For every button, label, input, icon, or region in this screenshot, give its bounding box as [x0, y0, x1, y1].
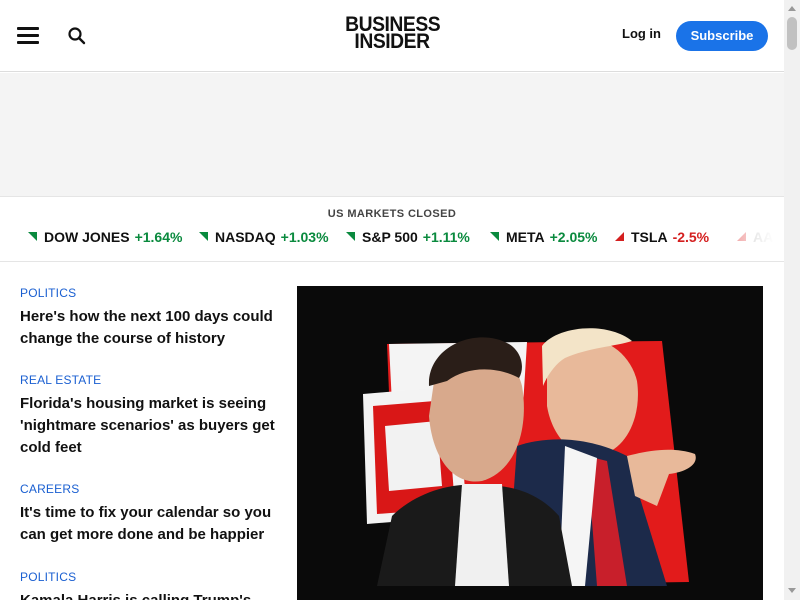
page-scrollbar[interactable] [784, 0, 800, 600]
story-item[interactable]: POLITICS Here's how the next 100 days co… [20, 286, 275, 350]
ad-placeholder [0, 73, 784, 197]
story-headline[interactable]: Here's how the next 100 days could chang… [20, 306, 275, 350]
ticker-name: TSLA [631, 229, 668, 245]
arrow-up-icon [490, 231, 499, 241]
ticker-change: -2.5% [672, 229, 710, 245]
story-headline[interactable]: It's time to fix your calendar so you ca… [20, 502, 275, 546]
story-headline[interactable]: Florida's housing market is seeing 'nigh… [20, 393, 275, 459]
ticker-fade [735, 227, 784, 249]
hamburger-menu-icon[interactable] [17, 26, 39, 44]
arrow-down-icon [615, 231, 624, 241]
story-category[interactable]: CAREERS [20, 482, 275, 496]
story-headline[interactable]: Kamala Harris is calling Trump's [20, 590, 275, 600]
ticker-change: +1.03% [280, 229, 329, 245]
search-icon[interactable] [67, 26, 87, 46]
ticker-change: +1.11% [422, 229, 470, 245]
story-category[interactable]: POLITICS [20, 286, 275, 300]
ticker-tsla[interactable]: TSLA -2.5% [615, 229, 709, 247]
ticker-sp500[interactable]: S&P 500 +1.11% [346, 229, 470, 247]
arrow-up-icon [346, 231, 355, 241]
scroll-up-arrow-icon[interactable] [788, 6, 796, 11]
scroll-down-arrow-icon[interactable] [788, 588, 796, 593]
ticker-name: META [506, 229, 545, 245]
ticker-dow-jones[interactable]: DOW JONES +1.64% [28, 229, 182, 247]
markets-status: US MARKETS CLOSED [327, 208, 457, 220]
ticker-change: +2.05% [549, 229, 598, 245]
subscribe-button[interactable]: Subscribe [676, 21, 768, 51]
ticker-name: NASDAQ [215, 229, 276, 245]
scroll-thumb[interactable] [787, 17, 797, 50]
ticker-nasdaq[interactable]: NASDAQ +1.03% [199, 229, 329, 247]
ticker-meta[interactable]: META +2.05% [490, 229, 598, 247]
ticker-name: DOW JONES [44, 229, 130, 245]
markets-ticker-bar: US MARKETS CLOSED DOW JONES +1.64% NASDAQ… [0, 197, 784, 262]
arrow-up-icon [28, 231, 37, 241]
logo-line-2: INSIDER [354, 30, 430, 53]
story-category[interactable]: REAL ESTATE [20, 373, 275, 387]
arrow-up-icon [199, 231, 208, 241]
ticker-change: +1.64% [134, 229, 183, 245]
story-category[interactable]: POLITICS [20, 570, 275, 584]
story-item[interactable]: POLITICS Kamala Harris is calling Trump'… [20, 570, 275, 600]
login-link[interactable]: Log in [622, 26, 661, 41]
business-insider-logo[interactable]: BUSINESS INSIDER [341, 14, 443, 53]
hero-image[interactable] [297, 286, 763, 600]
story-item[interactable]: CAREERS It's time to fix your calendar s… [20, 482, 275, 546]
ticker-name: S&P 500 [362, 229, 418, 245]
story-item[interactable]: REAL ESTATE Florida's housing market is … [20, 373, 275, 459]
site-header: BUSINESS INSIDER Log in Subscribe [0, 0, 784, 72]
